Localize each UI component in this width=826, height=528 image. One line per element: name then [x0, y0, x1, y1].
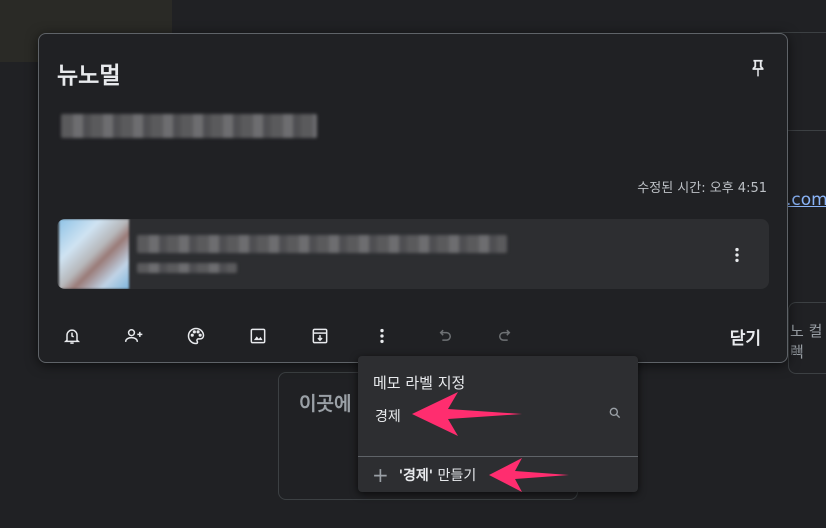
pin-icon — [752, 59, 764, 77]
more-vert-icon — [735, 247, 739, 263]
palette-icon — [187, 327, 205, 345]
remind-me-button[interactable] — [57, 321, 87, 351]
note-title[interactable]: 뉴노멀 — [57, 56, 120, 90]
plus-icon: + — [372, 463, 389, 487]
create-label-suffix: 만들기 — [433, 468, 477, 484]
collaborator-button[interactable] — [119, 321, 149, 351]
redo-button[interactable] — [491, 321, 521, 351]
link-more-button[interactable] — [725, 243, 749, 267]
background-options-button[interactable] — [181, 321, 211, 351]
background-text-secondary: m — [790, 344, 803, 359]
undo-button[interactable] — [429, 321, 459, 351]
search-icon — [608, 405, 622, 424]
remind-me-icon — [63, 329, 81, 344]
note-dialog: 뉴노멀 수정된 시간: 오후 4:51 닫기 — [38, 33, 788, 363]
note-body-redacted[interactable] — [61, 114, 317, 138]
collaborator-icon — [124, 329, 143, 342]
more-vert-icon — [380, 328, 384, 344]
add-image-icon — [250, 328, 266, 344]
annotation-arrow-icon — [412, 392, 522, 436]
pin-button[interactable] — [743, 54, 773, 84]
create-label-text: '경제' 만들기 — [399, 465, 476, 485]
add-image-button[interactable] — [243, 321, 273, 351]
link-url-redacted — [137, 263, 237, 273]
archive-button[interactable] — [305, 321, 335, 351]
link-title-redacted — [137, 235, 507, 253]
undo-icon — [439, 329, 451, 341]
note-toolbar: 닫기 — [57, 319, 773, 353]
link-thumbnail — [59, 219, 129, 289]
close-button[interactable]: 닫기 — [718, 321, 773, 351]
redo-icon — [499, 329, 511, 341]
background-link[interactable]: .com/ — [786, 190, 826, 210]
create-label-term: '경제' — [398, 468, 434, 484]
annotation-arrow-icon — [489, 458, 569, 492]
modified-time: 수정된 시간: 오후 4:51 — [637, 181, 767, 196]
archive-icon — [312, 328, 328, 344]
create-label-button[interactable]: + '경제' 만들기 — [372, 464, 476, 486]
link-preview-card[interactable] — [57, 219, 769, 289]
label-search-input[interactable]: 경제 — [375, 406, 401, 426]
take-note-placeholder: 이곳에 — [299, 393, 352, 415]
more-button[interactable] — [367, 321, 397, 351]
